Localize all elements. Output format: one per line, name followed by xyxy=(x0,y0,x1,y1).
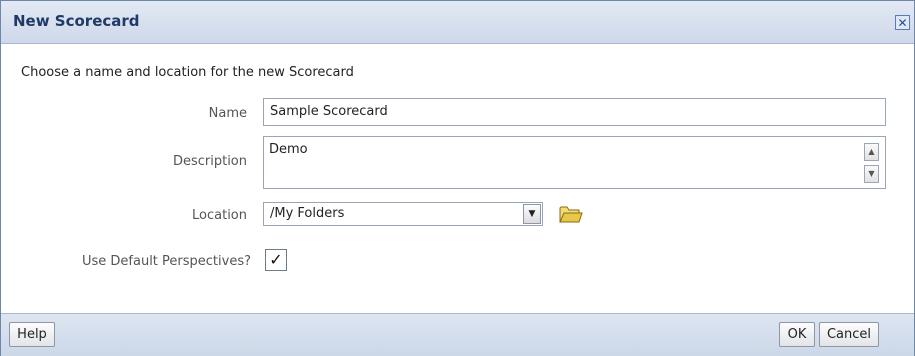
name-label: Name xyxy=(208,106,247,121)
help-button[interactable]: Help xyxy=(9,322,55,347)
default-perspectives-checkbox[interactable]: ✓ xyxy=(265,249,287,271)
close-icon: ✕ xyxy=(897,16,908,30)
checkmark-icon: ✓ xyxy=(269,250,283,269)
name-field[interactable]: Sample Scorecard xyxy=(263,98,886,126)
description-scroll-down[interactable]: ▼ xyxy=(864,165,879,183)
description-label: Description xyxy=(172,154,247,169)
dialog-footer: Help OK Cancel xyxy=(1,313,914,356)
instruction-text: Choose a name and location for the new S… xyxy=(21,65,354,80)
name-field-value: Sample Scorecard xyxy=(270,104,388,119)
new-scorecard-dialog: New Scorecard ✕ Choose a name and locati… xyxy=(0,0,915,356)
dialog-title: New Scorecard xyxy=(13,12,140,30)
description-field-value: Demo xyxy=(269,142,308,157)
dialog-titlebar: New Scorecard ✕ xyxy=(1,1,914,44)
close-button[interactable]: ✕ xyxy=(895,15,910,30)
default-perspectives-label: Use Default Perspectives? xyxy=(81,254,251,269)
description-scroll-up[interactable]: ▲ xyxy=(864,143,879,161)
location-dropdown-button[interactable]: ▼ xyxy=(523,204,541,224)
cancel-button[interactable]: Cancel xyxy=(819,322,879,347)
ok-button[interactable]: OK xyxy=(779,322,815,347)
folder-icon[interactable] xyxy=(559,204,583,224)
location-select[interactable]: /My Folders ▼ xyxy=(263,202,543,226)
description-field[interactable]: Demo ▲ ▼ xyxy=(263,136,886,189)
location-select-value: /My Folders xyxy=(270,206,345,221)
location-label: Location xyxy=(192,208,247,223)
chevron-down-icon: ▼ xyxy=(528,209,536,219)
